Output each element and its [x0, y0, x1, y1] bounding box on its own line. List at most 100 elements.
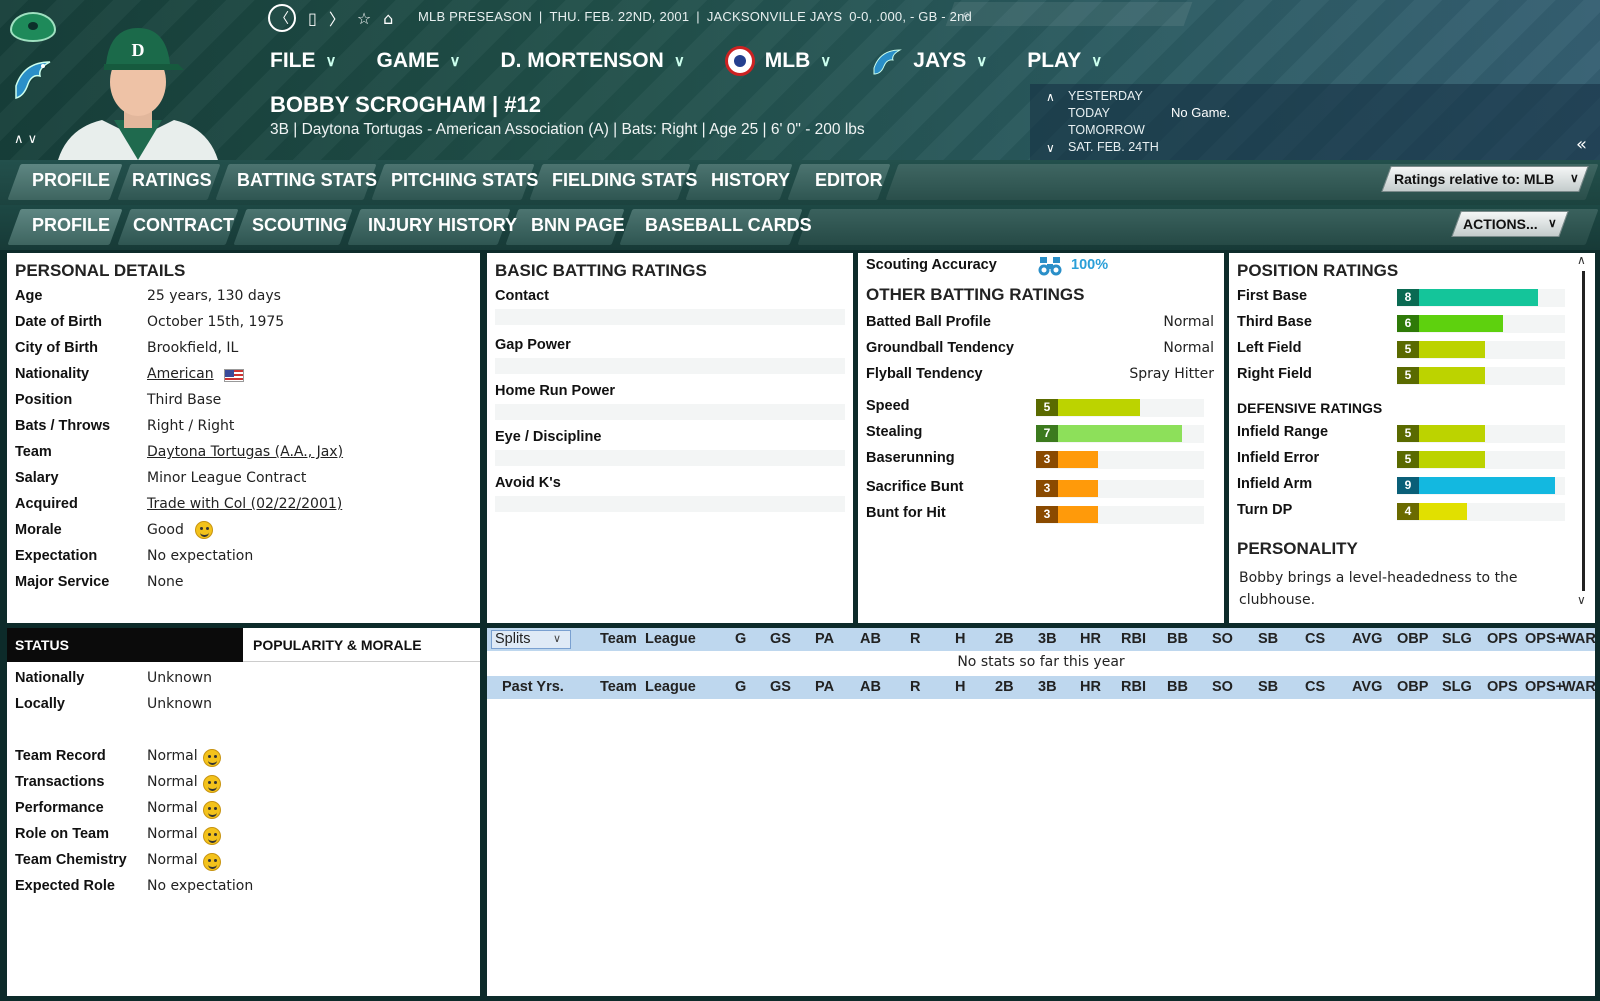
rating-label: Infield Error	[1237, 450, 1320, 466]
panel-title: PERSONAL DETAILS	[15, 261, 186, 280]
column-header[interactable]: Team	[600, 631, 637, 647]
column-header[interactable]: R	[910, 679, 920, 695]
scouting-accuracy-value: 100%	[1071, 257, 1109, 273]
back-icon[interactable]: 〈	[268, 4, 296, 32]
rating-label: Infield Range	[1237, 424, 1329, 440]
rating-bar	[1419, 367, 1485, 384]
column-header[interactable]: PA	[815, 679, 834, 695]
menu-label: JAYS	[913, 49, 967, 72]
home-icon[interactable]: ⌂	[383, 9, 393, 28]
menu-game[interactable]: GAME ∨	[376, 46, 460, 76]
column-header[interactable]: 3B	[1038, 679, 1057, 695]
binoculars-icon	[1038, 255, 1062, 281]
menu-file[interactable]: FILE ∨	[270, 46, 336, 76]
window-icon[interactable]: ▯	[308, 9, 317, 28]
chevron-down-icon: ∨	[673, 53, 685, 70]
menu-play[interactable]: PLAY ∨	[1027, 46, 1102, 76]
column-header[interactable]: HR	[1080, 631, 1101, 647]
rating-value: 7	[1036, 425, 1058, 442]
smiley-icon	[203, 775, 221, 793]
player-nav-arrows[interactable]: ∧ ∨	[14, 132, 37, 147]
column-header[interactable]: G	[735, 631, 746, 647]
column-header[interactable]: G	[735, 679, 746, 695]
date-today[interactable]: TODAY	[1068, 105, 1159, 122]
rating-label: Batted Ball Profile	[866, 314, 991, 330]
rating-label: Left Field	[1237, 340, 1302, 356]
menu-manager[interactable]: D. MORTENSON ∨	[500, 46, 684, 76]
column-header[interactable]: CS	[1305, 679, 1325, 695]
column-header[interactable]: BB	[1167, 679, 1188, 695]
column-header[interactable]: OPS	[1487, 679, 1518, 695]
detail-value[interactable]: Daytona Tortugas (A.A., Jax)	[147, 444, 343, 460]
date-next[interactable]: SAT. FEB. 24TH	[1068, 139, 1159, 156]
column-header[interactable]: GS	[770, 679, 791, 695]
column-header[interactable]: AB	[860, 679, 881, 695]
column-header[interactable]: 2B	[995, 631, 1014, 647]
column-header[interactable]: BB	[1167, 631, 1188, 647]
detail-value[interactable]: Trade with Col (02/22/2001)	[147, 496, 342, 512]
column-header[interactable]: 3B	[1038, 631, 1057, 647]
detail-label: City of Birth	[15, 340, 98, 356]
menu-league[interactable]: MLB ∨	[724, 46, 831, 76]
column-header[interactable]: League	[645, 679, 696, 695]
column-header[interactable]: HR	[1080, 679, 1101, 695]
column-header[interactable]: 2B	[995, 679, 1014, 695]
column-header[interactable]: AVG	[1352, 631, 1382, 647]
jays-logo-icon[interactable]	[10, 56, 56, 102]
column-header[interactable]: H	[955, 679, 965, 695]
team-logo-icon[interactable]	[10, 12, 56, 42]
search-input[interactable]	[945, 2, 1193, 26]
column-header[interactable]: AB	[860, 631, 881, 647]
column-header[interactable]: OPS+	[1525, 679, 1564, 695]
schedule-up-icon[interactable]: ∧	[1046, 90, 1055, 104]
column-header[interactable]: OPS+	[1525, 631, 1564, 647]
column-header[interactable]: AVG	[1352, 679, 1382, 695]
scroll-down-icon[interactable]: ∨	[1577, 593, 1586, 607]
tab-label: BASEBALL CARDS	[645, 215, 812, 235]
smiley-icon	[203, 853, 221, 871]
svg-text:D: D	[132, 40, 145, 60]
column-header[interactable]: GS	[770, 631, 791, 647]
column-header[interactable]: WAR	[1562, 631, 1596, 647]
date-yesterday[interactable]: YESTERDAY	[1068, 88, 1159, 105]
column-header[interactable]: H	[955, 631, 965, 647]
status-label: Role on Team	[15, 826, 109, 842]
column-header[interactable]: SO	[1212, 631, 1233, 647]
scroll-up-icon[interactable]: ∧	[1577, 253, 1586, 267]
jays-logo-icon	[871, 46, 903, 76]
column-header[interactable]: SO	[1212, 679, 1233, 695]
star-icon[interactable]: ☆	[357, 9, 371, 28]
forward-icon[interactable]: 〉	[329, 6, 345, 30]
column-header[interactable]: OPS	[1487, 631, 1518, 647]
scroll-thumb[interactable]	[1582, 271, 1585, 591]
column-header[interactable]: R	[910, 631, 920, 647]
rating-label: Bunt for Hit	[866, 505, 946, 521]
column-header[interactable]: League	[645, 631, 696, 647]
rating-bar	[1419, 315, 1503, 332]
batting-rating-label: Home Run Power	[495, 383, 616, 399]
status-label: Performance	[15, 800, 104, 816]
column-header[interactable]: SB	[1258, 679, 1278, 695]
current-stats-header: Team League G GS PA AB R H 2B 3B HR RBI BB SO SB CS AVG O…	[487, 628, 1596, 651]
menu-team[interactable]: JAYS ∨	[871, 46, 987, 76]
detail-value[interactable]: American	[147, 366, 214, 382]
column-header[interactable]: CS	[1305, 631, 1325, 647]
schedule-down-icon[interactable]: ∨	[1046, 141, 1055, 155]
search-icon[interactable]: ⌕	[962, 5, 970, 23]
column-header[interactable]: SLG	[1442, 631, 1472, 647]
collapse-icon[interactable]: «	[1576, 134, 1587, 155]
column-header[interactable]: OBP	[1397, 679, 1428, 695]
column-header[interactable]: RBI	[1121, 679, 1146, 695]
column-header[interactable]: SLG	[1442, 679, 1472, 695]
column-header[interactable]: Team	[600, 679, 637, 695]
league-logo-icon	[724, 46, 755, 76]
date-tomorrow[interactable]: TOMORROW	[1068, 122, 1159, 139]
column-header[interactable]: PA	[815, 631, 834, 647]
column-header[interactable]: OBP	[1397, 631, 1428, 647]
scrollbar[interactable]: ∧ ∨	[1577, 253, 1591, 615]
detail-value: Right / Right	[147, 418, 235, 434]
basic-batting-panel: BASIC BATTING RATINGS Contact Gap Power Ho…	[487, 253, 853, 623]
column-header[interactable]: SB	[1258, 631, 1278, 647]
column-header[interactable]: RBI	[1121, 631, 1146, 647]
column-header[interactable]: WAR	[1562, 679, 1596, 695]
